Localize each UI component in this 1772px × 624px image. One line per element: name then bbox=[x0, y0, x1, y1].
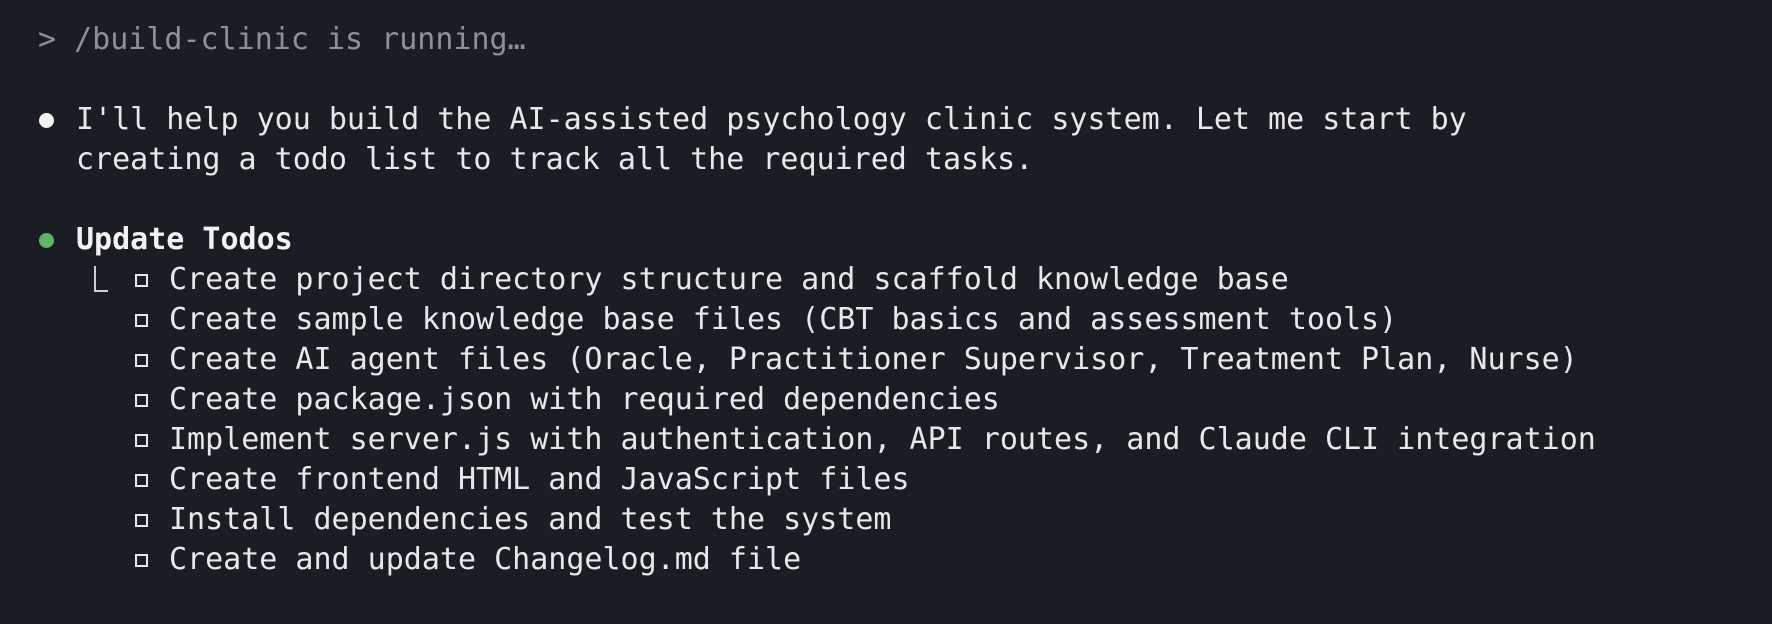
green-dot-icon bbox=[39, 233, 54, 248]
empty-checkbox-icon bbox=[135, 473, 148, 487]
todo-item: Create and update Changelog.md file bbox=[135, 540, 801, 580]
todo-item-label: Create project directory structure and s… bbox=[169, 262, 1289, 297]
todo-item-label: Create package.json with required depend… bbox=[169, 382, 1000, 417]
todo-item: Create frontend HTML and JavaScript file… bbox=[135, 460, 910, 500]
command-prompt-line: > /build-clinic is running… bbox=[38, 22, 526, 57]
empty-checkbox-icon bbox=[135, 353, 148, 367]
empty-checkbox-icon bbox=[135, 393, 148, 407]
white-dot-icon bbox=[39, 113, 54, 128]
todo-item: Implement server.js with authentication,… bbox=[135, 420, 1596, 460]
empty-checkbox-icon bbox=[135, 513, 148, 527]
terminal-window: > /build-clinic is running… I'll help yo… bbox=[0, 0, 1772, 624]
empty-checkbox-icon bbox=[135, 273, 148, 287]
todo-item: Create project directory structure and s… bbox=[135, 260, 1289, 300]
todo-block-header: Update Todos bbox=[76, 222, 293, 257]
assistant-message-line-1: I'll help you build the AI-assisted psyc… bbox=[76, 102, 1467, 137]
todo-item: Create AI agent files (Oracle, Practitio… bbox=[135, 340, 1578, 380]
empty-checkbox-icon bbox=[135, 553, 148, 567]
empty-checkbox-icon bbox=[135, 433, 148, 447]
todo-item-label: Create AI agent files (Oracle, Practitio… bbox=[169, 342, 1578, 377]
tree-branch-icon bbox=[94, 266, 108, 292]
assistant-message-line-2: creating a todo list to track all the re… bbox=[76, 142, 1034, 177]
todo-item: Create package.json with required depend… bbox=[135, 380, 1000, 420]
todo-item: Install dependencies and test the system bbox=[135, 500, 891, 540]
empty-checkbox-icon bbox=[135, 313, 148, 327]
todo-item-label: Create and update Changelog.md file bbox=[169, 542, 802, 577]
todo-item-label: Create frontend HTML and JavaScript file… bbox=[169, 462, 910, 497]
todo-item-label: Install dependencies and test the system bbox=[169, 502, 892, 537]
todo-item-label: Create sample knowledge base files (CBT … bbox=[169, 302, 1398, 337]
todo-item: Create sample knowledge base files (CBT … bbox=[135, 300, 1397, 340]
todo-item-label: Implement server.js with authentication,… bbox=[169, 422, 1596, 457]
